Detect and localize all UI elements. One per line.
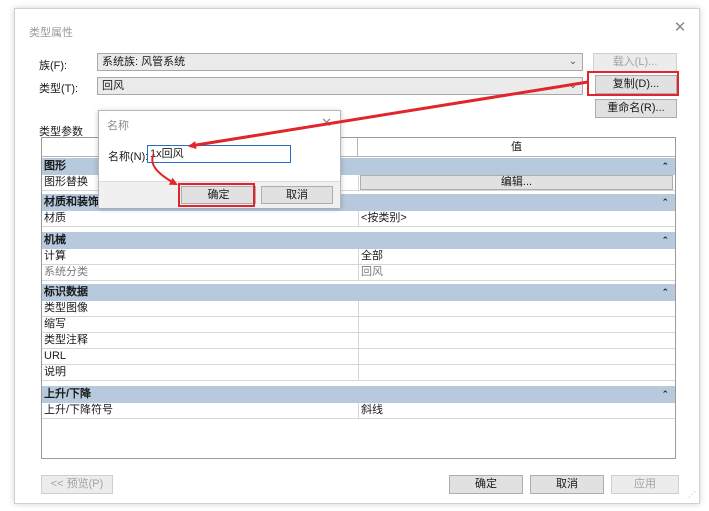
name-cancel-button[interactable]: 取消 — [261, 186, 333, 204]
section-mechanical[interactable]: 机械 ⌃ — [42, 232, 675, 249]
name-label: 名称(N): — [108, 151, 149, 163]
dialog-title: 类型属性 — [29, 27, 73, 39]
name-input[interactable]: 1x回风 — [147, 145, 291, 163]
table-row[interactable]: 计算 全部 — [42, 249, 675, 265]
table-row[interactable]: 上升/下降符号 斜线 — [42, 403, 675, 419]
cell-divider — [358, 317, 359, 333]
section-title: 材质和装饰 — [44, 196, 99, 208]
cell-divider — [358, 301, 359, 317]
table-row[interactable]: 材质 <按类别> — [42, 211, 675, 227]
edit-graphics-button[interactable]: 编辑... — [360, 175, 673, 190]
param-name: 类型注释 — [44, 334, 88, 346]
cell-divider — [358, 349, 359, 365]
section-identity-data[interactable]: 标识数据 ⌃ — [42, 284, 675, 301]
ok-button[interactable]: 确定 — [449, 475, 523, 494]
collapse-icon[interactable]: ⌃ — [661, 284, 669, 301]
collapse-icon[interactable]: ⌃ — [661, 158, 669, 175]
table-row[interactable]: URL — [42, 349, 675, 365]
load-button[interactable]: 载入(L)... — [593, 53, 677, 72]
title-bar: 类型属性 ✕ — [15, 9, 699, 39]
param-value[interactable]: 斜线 — [361, 403, 671, 418]
type-label: 类型(T): — [39, 83, 79, 95]
param-name: 材质 — [44, 212, 66, 224]
table-row: 系统分类 回风 — [42, 265, 675, 281]
cell-divider — [358, 211, 359, 227]
chevron-down-icon: ⌄ — [568, 56, 578, 67]
table-row[interactable]: 缩写 — [42, 317, 675, 333]
ok-highlight — [178, 183, 255, 207]
duplicate-highlight — [587, 71, 679, 96]
cell-divider — [358, 403, 359, 419]
cell-divider — [358, 175, 359, 191]
param-name: 上升/下降符号 — [44, 404, 114, 416]
preview-button[interactable]: << 预览(P) — [41, 475, 113, 494]
value-column-header[interactable]: 值 — [358, 138, 675, 157]
chevron-down-icon: ⌄ — [568, 80, 578, 91]
param-name: URL — [44, 350, 67, 362]
param-name: 说明 — [44, 366, 66, 378]
param-name: 缩写 — [44, 318, 66, 330]
table-row[interactable]: 类型注释 — [42, 333, 675, 349]
section-rise-drop[interactable]: 上升/下降 ⌃ — [42, 386, 675, 403]
table-row[interactable]: 类型图像 — [42, 301, 675, 317]
close-icon[interactable]: ✕ — [673, 20, 687, 35]
section-title: 上升/下降 — [44, 388, 92, 400]
section-title: 标识数据 — [44, 286, 88, 298]
name-dialog-title: 名称 — [107, 120, 129, 132]
type-select[interactable]: 回风 ⌄ — [97, 77, 583, 95]
param-name: 类型图像 — [44, 302, 88, 314]
table-row[interactable]: 说明 — [42, 365, 675, 381]
family-select[interactable]: 系统族: 风管系统 ⌄ — [97, 53, 583, 71]
close-icon[interactable]: ✕ — [321, 115, 332, 131]
cell-divider — [358, 333, 359, 349]
collapse-icon[interactable]: ⌃ — [661, 194, 669, 211]
param-value[interactable]: 全部 — [361, 249, 671, 264]
param-value[interactable]: <按类别> — [361, 211, 671, 226]
param-name: 系统分类 — [44, 266, 88, 278]
cell-divider — [358, 265, 359, 281]
section-title: 机械 — [44, 234, 66, 246]
cell-divider — [358, 365, 359, 381]
cancel-button[interactable]: 取消 — [530, 475, 604, 494]
type-value: 回风 — [102, 80, 124, 92]
collapse-icon[interactable]: ⌃ — [661, 386, 669, 403]
apply-button[interactable]: 应用 — [611, 475, 679, 494]
param-value: 回风 — [361, 266, 383, 278]
param-name: 计算 — [44, 250, 66, 262]
rename-button[interactable]: 重命名(R)... — [595, 99, 677, 118]
section-title: 图形 — [44, 160, 66, 172]
family-label: 族(F): — [39, 60, 68, 72]
cell-divider — [358, 249, 359, 265]
family-value: 系统族: 风管系统 — [102, 56, 186, 68]
resize-grip-icon[interactable]: ⋰ — [686, 490, 696, 500]
collapse-icon[interactable]: ⌃ — [661, 232, 669, 249]
